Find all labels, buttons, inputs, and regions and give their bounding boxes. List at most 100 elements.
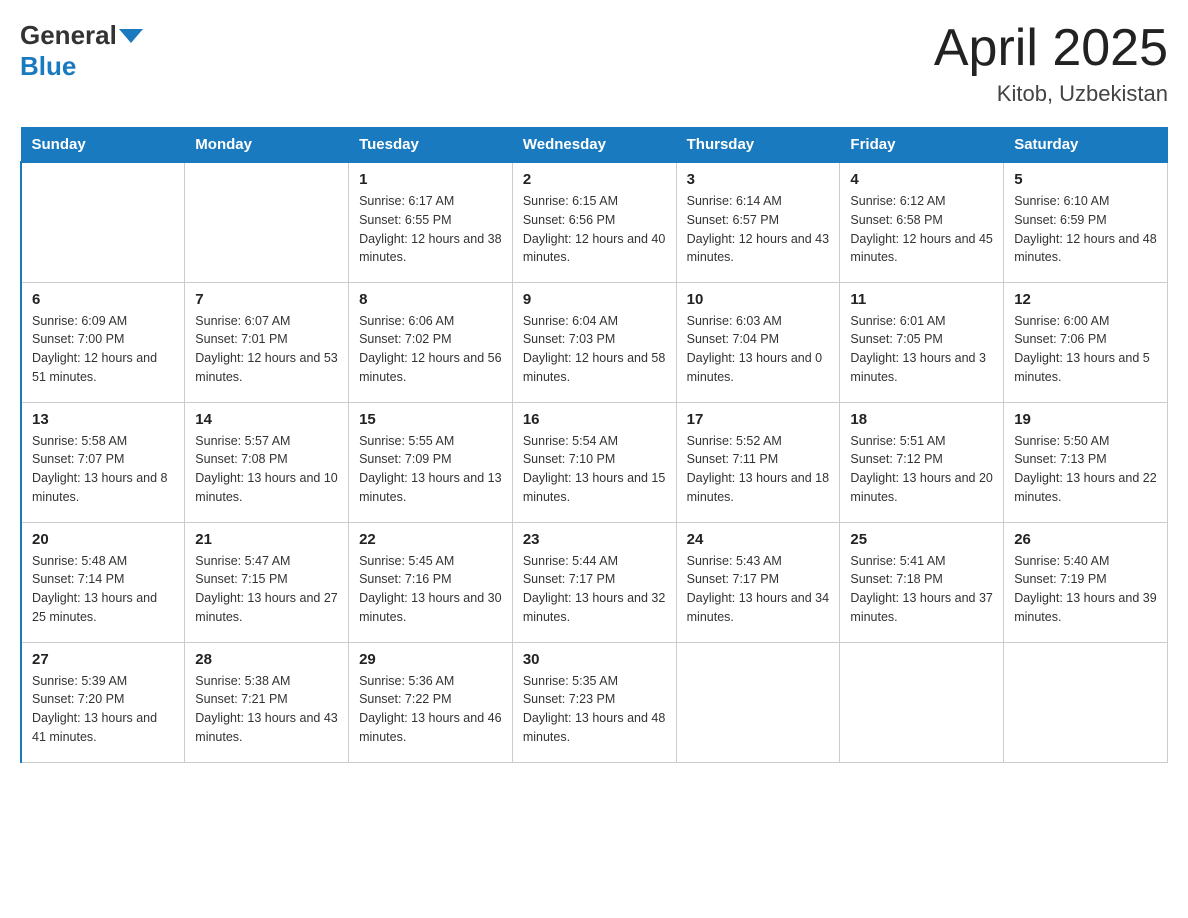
day-number: 30 — [523, 651, 666, 668]
day-info: Sunrise: 6:17 AMSunset: 6:55 PMDaylight:… — [359, 192, 502, 267]
day-info: Sunrise: 5:48 AMSunset: 7:14 PMDaylight:… — [32, 552, 174, 627]
day-info: Sunrise: 5:54 AMSunset: 7:10 PMDaylight:… — [523, 432, 666, 507]
day-info: Sunrise: 6:12 AMSunset: 6:58 PMDaylight:… — [850, 192, 993, 267]
week-row-1: 1 Sunrise: 6:17 AMSunset: 6:55 PMDaylight… — [21, 162, 1168, 282]
week-row-5: 27 Sunrise: 5:39 AMSunset: 7:20 PMDayligh… — [21, 642, 1168, 762]
day-info: Sunrise: 5:51 AMSunset: 7:12 PMDaylight:… — [850, 432, 993, 507]
page-header: General Blue April 2025 Kitob, Uzbekista… — [20, 20, 1168, 107]
day-cell: 30 Sunrise: 5:35 AMSunset: 7:23 PMDayligh… — [512, 642, 676, 762]
day-number: 8 — [359, 291, 502, 308]
day-cell: 7 Sunrise: 6:07 AMSunset: 7:01 PMDaylight… — [185, 282, 349, 402]
week-row-3: 13Sunrise: 5:58 AMSunset: 7:07 PMDayligh… — [21, 402, 1168, 522]
day-cell: 12 Sunrise: 6:00 AMSunset: 7:06 PMDayligh… — [1004, 282, 1168, 402]
day-number: 28 — [195, 651, 338, 668]
day-info: Sunrise: 5:38 AMSunset: 7:21 PMDaylight:… — [195, 672, 338, 747]
day-cell: 4 Sunrise: 6:12 AMSunset: 6:58 PMDaylight… — [840, 162, 1004, 282]
day-cell: 27 Sunrise: 5:39 AMSunset: 7:20 PMDayligh… — [21, 642, 185, 762]
day-cell: 22Sunrise: 5:45 AMSunset: 7:16 PMDayligh… — [349, 522, 513, 642]
day-number: 23 — [523, 531, 666, 548]
day-number: 6 — [32, 291, 174, 308]
day-number: 12 — [1014, 291, 1157, 308]
day-info: Sunrise: 5:35 AMSunset: 7:23 PMDaylight:… — [523, 672, 666, 747]
day-number: 4 — [850, 171, 993, 188]
day-cell: 19 Sunrise: 5:50 AMSunset: 7:13 PMDayligh… — [1004, 402, 1168, 522]
header-cell-sunday: Sunday — [21, 128, 185, 163]
day-cell: 15 Sunrise: 5:55 AMSunset: 7:09 PMDayligh… — [349, 402, 513, 522]
day-cell: 8Sunrise: 6:06 AMSunset: 7:02 PMDaylight… — [349, 282, 513, 402]
day-number: 24 — [687, 531, 830, 548]
day-cell — [185, 162, 349, 282]
day-info: Sunrise: 6:03 AMSunset: 7:04 PMDaylight:… — [687, 312, 830, 387]
day-number: 21 — [195, 531, 338, 548]
day-info: Sunrise: 5:36 AMSunset: 7:22 PMDaylight:… — [359, 672, 502, 747]
calendar-table: SundayMondayTuesdayWednesdayThursdayFrid… — [20, 127, 1168, 763]
week-row-2: 6 Sunrise: 6:09 AMSunset: 7:00 PMDaylight… — [21, 282, 1168, 402]
day-cell: 6 Sunrise: 6:09 AMSunset: 7:00 PMDaylight… — [21, 282, 185, 402]
day-info: Sunrise: 5:55 AMSunset: 7:09 PMDaylight:… — [359, 432, 502, 507]
header-cell-friday: Friday — [840, 128, 1004, 163]
day-info: Sunrise: 6:07 AMSunset: 7:01 PMDaylight:… — [195, 312, 338, 387]
day-number: 18 — [850, 411, 993, 428]
day-number: 3 — [687, 171, 830, 188]
day-cell: 3Sunrise: 6:14 AMSunset: 6:57 PMDaylight… — [676, 162, 840, 282]
logo: General Blue — [20, 20, 143, 82]
day-cell: 2 Sunrise: 6:15 AMSunset: 6:56 PMDaylight… — [512, 162, 676, 282]
day-info: Sunrise: 5:57 AMSunset: 7:08 PMDaylight:… — [195, 432, 338, 507]
day-cell: 1 Sunrise: 6:17 AMSunset: 6:55 PMDaylight… — [349, 162, 513, 282]
day-number: 16 — [523, 411, 666, 428]
calendar-title: April 2025 — [934, 20, 1168, 77]
day-number: 7 — [195, 291, 338, 308]
day-cell: 26Sunrise: 5:40 AMSunset: 7:19 PMDayligh… — [1004, 522, 1168, 642]
day-cell: 11Sunrise: 6:01 AMSunset: 7:05 PMDayligh… — [840, 282, 1004, 402]
day-info: Sunrise: 5:39 AMSunset: 7:20 PMDaylight:… — [32, 672, 174, 747]
day-cell: 20 Sunrise: 5:48 AMSunset: 7:14 PMDayligh… — [21, 522, 185, 642]
header-cell-monday: Monday — [185, 128, 349, 163]
day-number: 27 — [32, 651, 174, 668]
day-cell: 23Sunrise: 5:44 AMSunset: 7:17 PMDayligh… — [512, 522, 676, 642]
day-info: Sunrise: 5:47 AMSunset: 7:15 PMDaylight:… — [195, 552, 338, 627]
calendar-header: SundayMondayTuesdayWednesdayThursdayFrid… — [21, 128, 1168, 163]
day-cell: 28 Sunrise: 5:38 AMSunset: 7:21 PMDayligh… — [185, 642, 349, 762]
day-number: 15 — [359, 411, 502, 428]
day-info: Sunrise: 6:01 AMSunset: 7:05 PMDaylight:… — [850, 312, 993, 387]
day-number: 29 — [359, 651, 502, 668]
day-cell: 29 Sunrise: 5:36 AMSunset: 7:22 PMDayligh… — [349, 642, 513, 762]
day-cell: 10Sunrise: 6:03 AMSunset: 7:04 PMDayligh… — [676, 282, 840, 402]
day-info: Sunrise: 6:09 AMSunset: 7:00 PMDaylight:… — [32, 312, 174, 387]
day-number: 2 — [523, 171, 666, 188]
day-number: 1 — [359, 171, 502, 188]
day-info: Sunrise: 5:41 AMSunset: 7:18 PMDaylight:… — [850, 552, 993, 627]
day-number: 19 — [1014, 411, 1157, 428]
calendar-body: 1 Sunrise: 6:17 AMSunset: 6:55 PMDaylight… — [21, 162, 1168, 762]
day-cell: 16 Sunrise: 5:54 AMSunset: 7:10 PMDayligh… — [512, 402, 676, 522]
day-number: 9 — [523, 291, 666, 308]
day-cell — [840, 642, 1004, 762]
logo-arrow-icon — [119, 29, 143, 43]
day-cell — [1004, 642, 1168, 762]
logo-general-text: General — [20, 20, 117, 51]
day-info: Sunrise: 5:52 AMSunset: 7:11 PMDaylight:… — [687, 432, 830, 507]
day-info: Sunrise: 6:00 AMSunset: 7:06 PMDaylight:… — [1014, 312, 1157, 387]
day-cell: 13Sunrise: 5:58 AMSunset: 7:07 PMDayligh… — [21, 402, 185, 522]
title-block: April 2025 Kitob, Uzbekistan — [934, 20, 1168, 107]
logo-blue-box — [117, 29, 143, 43]
header-cell-thursday: Thursday — [676, 128, 840, 163]
day-cell: 17 Sunrise: 5:52 AMSunset: 7:11 PMDayligh… — [676, 402, 840, 522]
day-info: Sunrise: 6:04 AMSunset: 7:03 PMDaylight:… — [523, 312, 666, 387]
day-number: 26 — [1014, 531, 1157, 548]
day-cell: 9 Sunrise: 6:04 AMSunset: 7:03 PMDaylight… — [512, 282, 676, 402]
day-info: Sunrise: 5:45 AMSunset: 7:16 PMDaylight:… — [359, 552, 502, 627]
day-info: Sunrise: 5:50 AMSunset: 7:13 PMDaylight:… — [1014, 432, 1157, 507]
day-number: 20 — [32, 531, 174, 548]
day-info: Sunrise: 6:10 AMSunset: 6:59 PMDaylight:… — [1014, 192, 1157, 267]
day-number: 25 — [850, 531, 993, 548]
week-row-4: 20 Sunrise: 5:48 AMSunset: 7:14 PMDayligh… — [21, 522, 1168, 642]
logo-blue-text: Blue — [20, 51, 76, 82]
header-row: SundayMondayTuesdayWednesdayThursdayFrid… — [21, 128, 1168, 163]
day-cell: 21 Sunrise: 5:47 AMSunset: 7:15 PMDayligh… — [185, 522, 349, 642]
day-cell: 24Sunrise: 5:43 AMSunset: 7:17 PMDayligh… — [676, 522, 840, 642]
day-cell — [21, 162, 185, 282]
day-number: 17 — [687, 411, 830, 428]
day-info: Sunrise: 6:15 AMSunset: 6:56 PMDaylight:… — [523, 192, 666, 267]
day-cell: 14Sunrise: 5:57 AMSunset: 7:08 PMDayligh… — [185, 402, 349, 522]
